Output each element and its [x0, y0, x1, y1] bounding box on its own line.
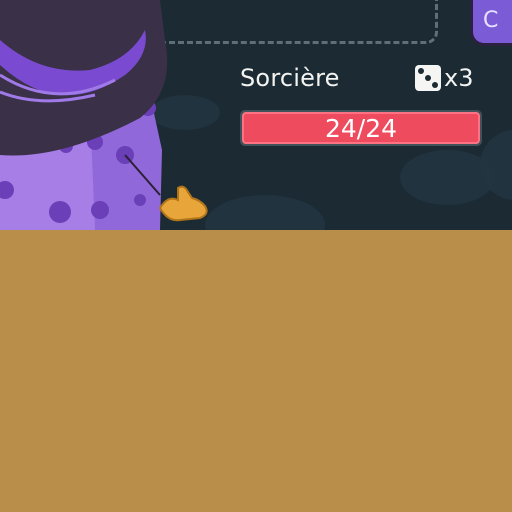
background-blob: [205, 195, 325, 230]
enemy-name: Sorcière: [240, 64, 340, 92]
dice-count: x3: [444, 64, 474, 92]
health-bar: 24/24: [240, 110, 482, 146]
die-icon: [415, 65, 441, 91]
corner-menu-button[interactable]: C: [470, 0, 512, 46]
dice-counter: x3: [415, 64, 473, 92]
health-text: 24/24: [324, 113, 398, 143]
corner-button-label: C: [483, 8, 499, 33]
battle-scene: C Sorcière x3 24/24: [0, 0, 512, 230]
hand-pointer-icon: [158, 185, 208, 222]
witch-character[interactable]: [0, 0, 220, 230]
lower-panel: [0, 230, 512, 512]
